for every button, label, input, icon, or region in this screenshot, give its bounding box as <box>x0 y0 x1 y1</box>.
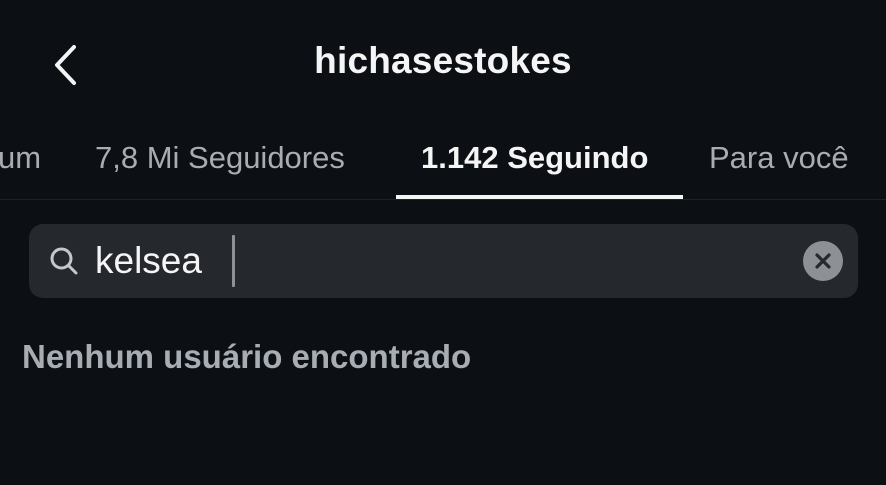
search-bar[interactable] <box>29 224 858 298</box>
search-input[interactable] <box>95 237 775 285</box>
tab-partial[interactable]: um <box>0 140 41 176</box>
tab-following[interactable]: 1.142 Seguindo <box>421 140 648 176</box>
clear-search-button[interactable] <box>803 241 843 281</box>
page-title: hichasestokes <box>314 40 572 81</box>
active-tab-indicator <box>396 195 683 199</box>
close-icon <box>815 253 831 269</box>
text-cursor <box>232 235 235 287</box>
header: hichasestokes <box>0 0 886 128</box>
search-icon <box>50 247 78 275</box>
tab-followers[interactable]: 7,8 Mi Seguidores <box>95 140 345 176</box>
tab-for-you[interactable]: Para você <box>709 140 849 176</box>
empty-results-message: Nenhum usuário encontrado <box>22 338 472 375</box>
tab-bar: um 7,8 Mi Seguidores 1.142 Seguindo Para… <box>0 128 886 200</box>
